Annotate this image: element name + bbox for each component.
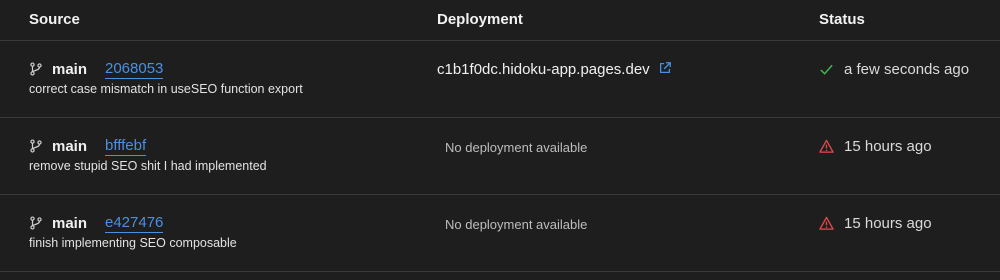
commit-message: correct case mismatch in useSEO function… (29, 82, 303, 96)
deployment-column-header: Deployment (437, 11, 523, 28)
external-link-icon[interactable] (658, 61, 672, 75)
git-branch-icon (30, 139, 42, 153)
git-branch-icon (30, 216, 42, 230)
status-text: a few seconds ago (844, 61, 970, 78)
deployments-table: Source Deployment Status main 2068053 co… (0, 0, 1000, 280)
commit-message: finish implementing SEO composable (29, 236, 237, 250)
warning-icon (819, 139, 834, 153)
check-icon (820, 64, 833, 75)
status-text: 15 hours ago (844, 138, 932, 155)
status-column-header: Status (819, 11, 865, 28)
table-row[interactable]: main bfffebf remove stupid SEO shit I ha… (0, 118, 1000, 195)
table-header: Source Deployment Status (0, 0, 1000, 41)
source-column-header: Source (29, 11, 80, 28)
warning-icon (819, 216, 834, 230)
table-row[interactable]: main e427476 finish implementing SEO com… (0, 195, 1000, 272)
commit-hash-link[interactable]: 2068053 (105, 61, 164, 79)
commit-hash-link[interactable]: bfffebf (105, 138, 147, 156)
commit-message: remove stupid SEO shit I had implemented (29, 159, 267, 173)
no-deployment-text: No deployment available (445, 140, 588, 155)
commit-hash-link[interactable]: e427476 (105, 215, 164, 233)
no-deployment-text: No deployment available (445, 217, 588, 232)
deployment-url-link[interactable]: c1b1f0dc.hidoku-app.pages.dev (437, 61, 650, 78)
branch-name: main (52, 61, 88, 78)
branch-name: main (52, 215, 88, 232)
status-text: 15 hours ago (844, 215, 932, 232)
git-branch-icon (30, 62, 42, 76)
branch-name: main (52, 138, 88, 155)
table-row[interactable]: main 2068053 correct case mismatch in us… (0, 41, 1000, 118)
